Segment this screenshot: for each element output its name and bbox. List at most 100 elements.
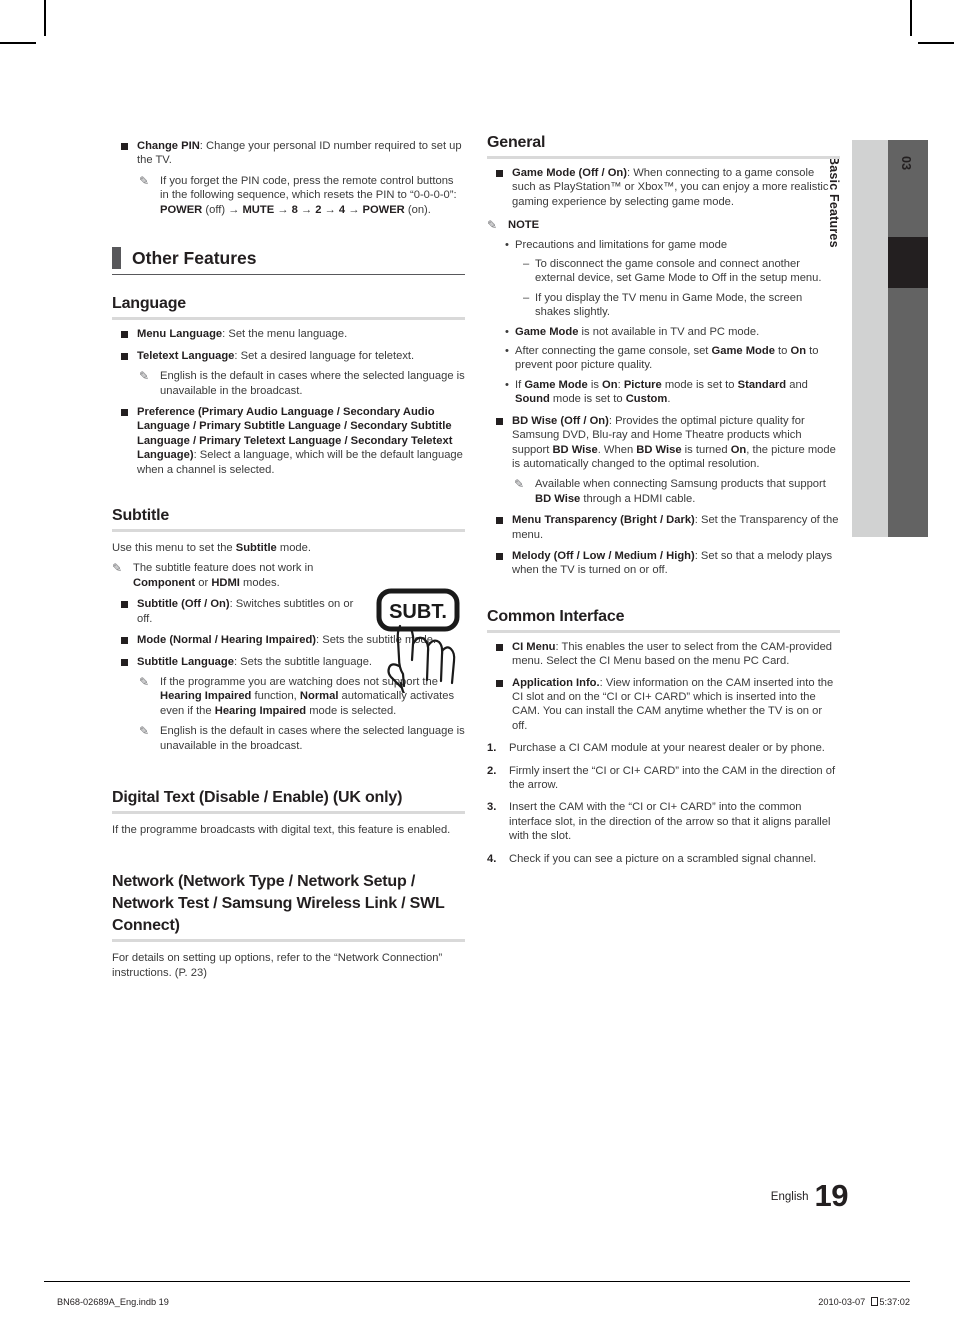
note-bullet-precautions-text: Precautions and limitations for game mod… <box>515 238 728 251</box>
crop-mark-right-top <box>918 42 954 44</box>
manual-page: 03 Basic Features Change PIN: Change you… <box>0 0 954 1321</box>
dot-bullet-icon: • <box>505 238 509 251</box>
note-bullet-after-connecting-text: After connecting the game console, set G… <box>515 345 819 372</box>
subsection-heading-common-interface: Common Interface <box>487 607 625 625</box>
note-bullet-not-available-text: Game Mode is not available in TV and PC … <box>515 325 760 338</box>
subtitle-onoff-text: Subtitle (Off / On): Switches subtitles … <box>137 597 370 626</box>
pencil-note-icon: ✎ <box>514 477 525 492</box>
step-text: Firmly insert the “CI or CI+ CARD” into … <box>509 764 836 791</box>
teletext-language-title: Teletext Language <box>137 349 235 362</box>
subsection-rule-general <box>487 156 840 159</box>
footer-filename: BN68-02689A_Eng.indb 19 <box>57 1297 169 1307</box>
square-bullet-icon <box>496 643 503 651</box>
list-item-teletext-language: Teletext Language: Set a desired languag… <box>112 349 465 363</box>
note-bd-wise-text: Available when connecting Samsung produc… <box>535 478 826 505</box>
digital-text-body: If the programme broadcasts with digital… <box>112 823 451 836</box>
side-tab-text: 03 Basic Features <box>827 140 913 537</box>
dash-bullet-icon: – <box>523 291 530 304</box>
list-item-application-info: Application Info.: View information on t… <box>487 676 840 734</box>
step-text: Check if you can see a picture on a scra… <box>509 852 817 865</box>
subtitle-intro-post: mode. <box>276 542 311 555</box>
footer-timestamp: 2010-03-07 5:37:02 <box>818 1297 910 1307</box>
note-dash-disconnect: – To disconnect the game console and con… <box>487 257 840 286</box>
square-bullet-icon <box>496 517 503 525</box>
note-subtitle-default-language-text: English is the default in cases where th… <box>160 725 465 752</box>
game-mode-text: Game Mode (Off / On): When connecting to… <box>512 166 840 209</box>
note-label: NOTE <box>508 218 840 232</box>
square-bullet-icon <box>496 417 503 425</box>
square-bullet-icon <box>121 658 128 666</box>
ci-menu-text: CI Menu: This enables the user to select… <box>512 640 840 669</box>
square-bullet-icon <box>121 601 128 609</box>
subt-remote-button-figure: SUBT. <box>375 588 475 697</box>
note-dash-tvmenu-text: If you display the TV menu in Game Mode,… <box>535 291 803 319</box>
page-number-block: English 19 <box>0 1178 849 1214</box>
numbered-step: 3. Insert the CAM with the “CI or CI+ CA… <box>487 800 840 843</box>
menu-language-title: Menu Language <box>137 328 223 341</box>
list-item-menu-language: Menu Language: Set the menu language. <box>112 327 465 341</box>
note-subtitle-default-language: ✎ English is the default in cases where … <box>112 724 465 753</box>
note-block-header: ✎ NOTE <box>487 218 840 232</box>
note-label-text: NOTE <box>508 219 540 232</box>
step-text: Purchase a CI CAM module at your nearest… <box>509 742 825 755</box>
square-bullet-icon <box>121 143 128 150</box>
dot-bullet-icon: • <box>505 378 509 391</box>
subtitle-onoff-title: Subtitle (Off / On) <box>137 598 230 611</box>
note-bullet-if-game-mode-on-text: If Game Mode is On: Picture mode is set … <box>515 378 808 406</box>
section-heading-label: Other Features <box>132 248 257 269</box>
bd-wise-title: BD Wise (Off / On) <box>512 414 609 427</box>
subsection-heading-general: General <box>487 134 546 151</box>
change-pin-title: Change PIN <box>137 140 200 152</box>
section-heading-other-features: Other Features <box>112 245 465 271</box>
note-dash-disconnect-text: To disconnect the game console and conne… <box>535 258 822 285</box>
square-bullet-icon <box>121 637 128 645</box>
bd-wise-text: BD Wise (Off / On): Provides the optimal… <box>512 414 836 470</box>
melody-text: Melody (Off / Low / Medium / High): Set … <box>512 549 840 578</box>
left-column: Change PIN: Change your personal ID numb… <box>112 132 465 980</box>
subtitle-language-body: : Sets the subtitle language. <box>233 655 373 668</box>
note-bullet-after-connecting: • After connecting the game console, set… <box>487 344 840 373</box>
footer-date: 2010-03-07 <box>818 1297 866 1307</box>
list-item-bd-wise: BD Wise (Off / On): Provides the optimal… <box>487 414 840 472</box>
note-bd-wise: ✎ Available when connecting Samsung prod… <box>487 477 840 506</box>
ci-menu-title: CI Menu <box>512 640 556 653</box>
dash-bullet-icon: – <box>523 258 530 271</box>
subsection-heading-digital-text: Digital Text (Disable / Enable) (UK only… <box>112 788 403 806</box>
melody-title: Melody (Off / Low / Medium / High) <box>512 549 695 562</box>
note-bullet-if-game-mode-on: • If Game Mode is On: Picture mode is se… <box>487 378 840 407</box>
pencil-note-icon: ✎ <box>139 173 150 188</box>
numbered-step: 1. Purchase a CI CAM module at your near… <box>487 741 840 755</box>
application-info-text: Application Info.: View information on t… <box>512 676 840 734</box>
square-bullet-icon <box>496 170 503 177</box>
subtitle-intro-pre: Use this menu to set the <box>112 542 236 555</box>
step-number: 4. <box>487 852 497 865</box>
chapter-side-tab: 03 Basic Features <box>827 140 928 537</box>
subsection-rule-language <box>112 317 465 321</box>
list-item-preference: Preference (Primary Audio Language / Sec… <box>112 405 465 477</box>
note-bullet-not-available: • Game Mode is not available in TV and P… <box>487 325 840 339</box>
menu-language-text: Menu Language: Set the menu language. <box>137 327 465 341</box>
menu-language-body: : Set the menu language. <box>222 328 348 341</box>
pencil-note-icon: ✎ <box>139 369 150 384</box>
subsection-heading-network: Network (Network Type / Network Setup / … <box>112 873 445 935</box>
teletext-language-text: Teletext Language: Set a desired languag… <box>137 349 465 363</box>
subtitle-mode-title: Mode (Normal / Hearing Impaired) <box>137 634 317 647</box>
subt-button-label-text: SUBT. <box>389 601 447 623</box>
list-item-change-pin: Change PIN: Change your personal ID numb… <box>112 139 465 168</box>
menu-transparency-text: Menu Transparency (Bright / Dark): Set t… <box>512 513 840 542</box>
square-bullet-icon <box>121 409 128 417</box>
right-column: General Game Mode (Off / On): When conne… <box>487 132 840 866</box>
square-bullet-icon <box>121 331 128 339</box>
footer-rule <box>44 1281 910 1282</box>
list-item-ci-menu: CI Menu: This enables the user to select… <box>487 640 840 669</box>
subsection-rule-common-interface <box>487 629 840 633</box>
network-body: For details on setting up options, refer… <box>112 952 443 979</box>
note-change-pin: ✎ If you forget the PIN code, press the … <box>112 174 465 217</box>
pencil-note-icon: ✎ <box>139 674 150 689</box>
page-number: 19 <box>814 1178 849 1213</box>
square-bullet-icon <box>121 352 128 360</box>
page-language-label: English <box>770 1191 809 1203</box>
footer-time: 5:37:02 <box>879 1297 910 1307</box>
square-bullet-icon <box>496 552 503 560</box>
list-item-menu-transparency: Menu Transparency (Bright / Dark): Set t… <box>487 513 840 542</box>
